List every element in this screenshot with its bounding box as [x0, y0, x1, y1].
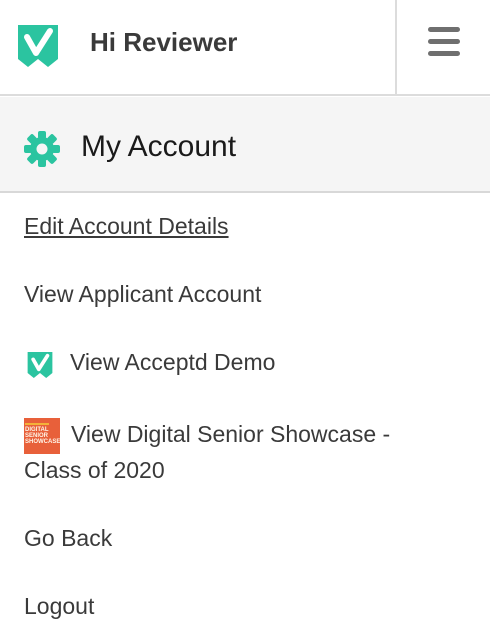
- view-digital-senior-showcase-link[interactable]: View Digital Senior Showcase -: [71, 417, 390, 451]
- view-digital-senior-showcase-link-line2[interactable]: Class of 2020: [24, 453, 165, 487]
- gear-icon: [24, 131, 60, 167]
- view-applicant-account-link[interactable]: View Applicant Account: [24, 277, 261, 311]
- view-acceptd-demo-link[interactable]: View Acceptd Demo: [70, 345, 275, 379]
- digital-senior-showcase-thumbnail: DIGITAL SENIOR SHOWCASE: [24, 418, 60, 454]
- edit-account-details-link[interactable]: Edit Account Details: [24, 209, 229, 243]
- hamburger-menu-icon[interactable]: [428, 27, 460, 57]
- greeting-text: Hi Reviewer: [90, 27, 238, 57]
- showcase-thumbnail-text: DIGITAL SENIOR SHOWCASE: [25, 427, 61, 445]
- top-header: Hi Reviewer: [0, 0, 490, 96]
- go-back-link[interactable]: Go Back: [24, 521, 112, 555]
- my-account-title: My Account: [81, 130, 237, 163]
- header-divider: [395, 0, 397, 96]
- logout-link[interactable]: Logout: [24, 589, 94, 623]
- acceptd-check-logo-icon: [27, 352, 53, 378]
- acceptd-logo-icon[interactable]: [18, 25, 58, 67]
- my-account-bar: My Account: [0, 97, 490, 193]
